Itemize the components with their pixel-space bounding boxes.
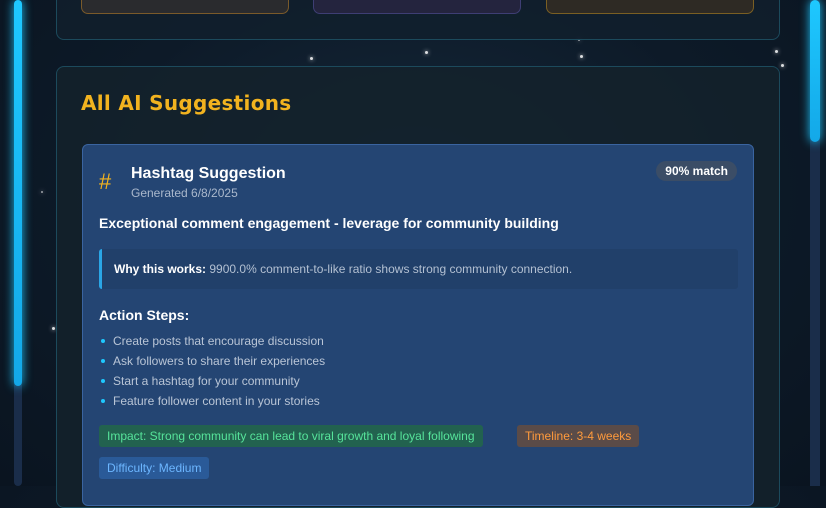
summary-card bbox=[313, 0, 521, 14]
impact-tag: Impact: Strong community can lead to vir… bbox=[99, 425, 483, 447]
hash-icon: # bbox=[99, 169, 112, 194]
match-badge: 90% match bbox=[656, 161, 737, 181]
star-decoration bbox=[41, 191, 43, 193]
suggestion-title: Hashtag Suggestion bbox=[131, 165, 286, 182]
suggestion-headline: Exceptional comment engagement - leverag… bbox=[99, 215, 559, 231]
summary-card bbox=[546, 0, 754, 14]
action-step: Create posts that encourage discussion bbox=[99, 331, 325, 351]
difficulty-tag: Difficulty: Medium bbox=[99, 457, 210, 479]
why-this-works-text: Why this works: 9900.0% comment-to-like … bbox=[114, 262, 572, 276]
why-label: Why this works: bbox=[114, 262, 207, 276]
section-title: All AI Suggestions bbox=[81, 91, 292, 115]
star-decoration bbox=[310, 57, 313, 60]
action-step: Ask followers to share their experiences bbox=[99, 351, 325, 371]
previous-section-panel bbox=[56, 0, 780, 40]
why-this-works-box: Why this works: 9900.0% comment-to-like … bbox=[99, 249, 738, 289]
suggestion-card[interactable]: # Hashtag Suggestion Generated 6/8/2025 … bbox=[82, 144, 754, 506]
why-reason: 9900.0% comment-to-like ratio shows stro… bbox=[209, 262, 573, 276]
star-decoration bbox=[52, 327, 55, 330]
timeline-tag: Timeline: 3-4 weeks bbox=[517, 425, 640, 447]
all-suggestions-panel: All AI Suggestions # Hashtag Suggestion … bbox=[56, 66, 780, 508]
star-decoration bbox=[425, 51, 428, 54]
star-decoration bbox=[781, 64, 784, 67]
star-decoration bbox=[580, 55, 583, 58]
left-accent-rail bbox=[14, 0, 22, 486]
action-step: Start a hashtag for your community bbox=[99, 371, 325, 391]
generated-date: Generated 6/8/2025 bbox=[131, 186, 238, 200]
action-steps-title: Action Steps: bbox=[99, 307, 190, 323]
summary-card bbox=[81, 0, 289, 14]
action-step: Feature follower content in your stories bbox=[99, 391, 325, 411]
star-decoration bbox=[775, 50, 778, 53]
action-steps-list: Create posts that encourage discussion A… bbox=[99, 331, 325, 411]
scrollbar-thumb[interactable] bbox=[810, 0, 820, 142]
